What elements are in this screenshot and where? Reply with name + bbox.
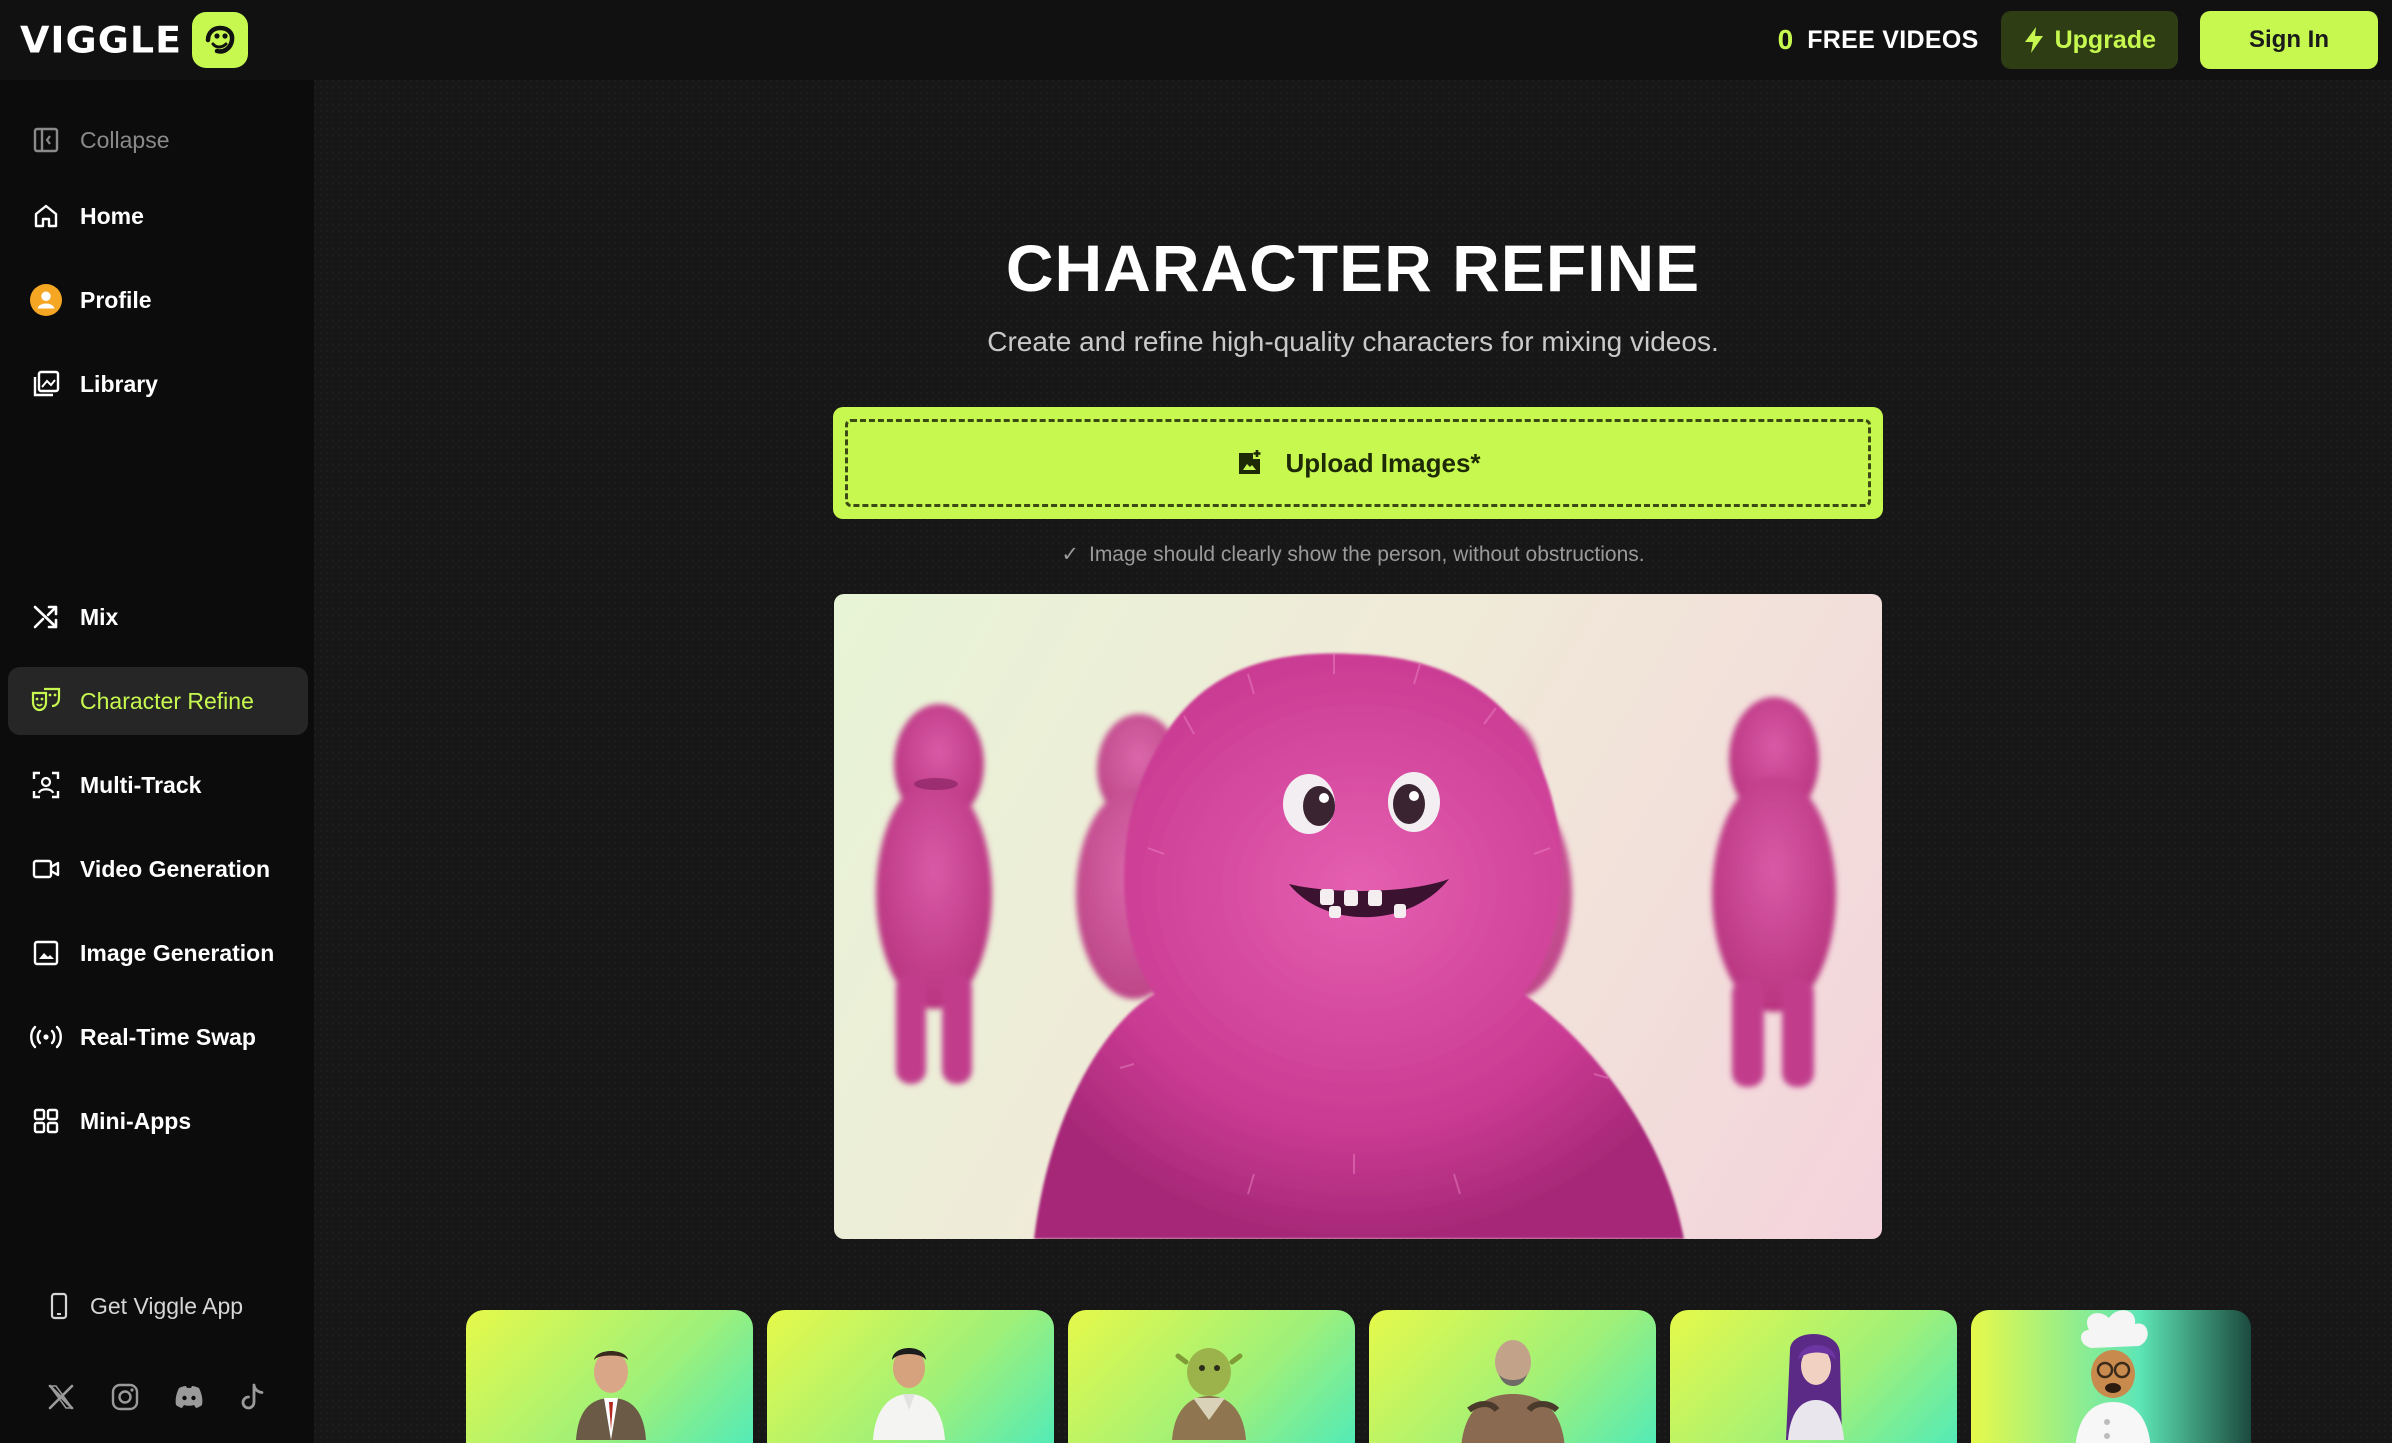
collapse-label: Collapse <box>80 126 170 153</box>
sidebar-item-character-refine[interactable]: Character Refine <box>8 667 308 735</box>
person-frame-icon <box>30 769 62 801</box>
sidebar-item-label: Profile <box>80 286 152 313</box>
sidebar-item-multi-track[interactable]: Multi-Track <box>8 751 308 819</box>
upload-images-dropzone[interactable]: Upload Images* <box>833 407 1883 519</box>
page-title: CHARACTER REFINE <box>1005 231 1701 305</box>
shuffle-icon <box>30 601 62 633</box>
sidebar-item-library[interactable]: Library <box>8 350 308 418</box>
tiktok-icon[interactable] <box>236 1380 270 1414</box>
sidebar-item-profile[interactable]: Profile <box>8 266 308 334</box>
add-image-icon <box>1239 450 1261 474</box>
sidebar-item-label: Mini-Apps <box>80 1107 192 1134</box>
example-thumbnail[interactable] <box>767 1310 1054 1443</box>
collapse-icon <box>30 124 62 156</box>
upload-images-label: Upload Images* <box>1285 447 1481 478</box>
discord-icon[interactable] <box>172 1380 206 1414</box>
upload-images-button[interactable]: Upload Images* <box>845 419 1871 507</box>
phone-icon <box>50 1292 68 1320</box>
grid-icon <box>30 1105 62 1137</box>
get-app-label: Get Viggle App <box>90 1292 244 1319</box>
free-videos-counter: 0 FREE VIDEOS <box>1778 24 1979 56</box>
sign-in-button[interactable]: Sign In <box>2200 11 2378 69</box>
broadcast-icon <box>30 1021 62 1053</box>
instagram-icon[interactable] <box>108 1380 142 1414</box>
upgrade-button[interactable]: Upgrade <box>2000 11 2178 69</box>
sidebar-item-label: Image Generation <box>80 939 275 966</box>
get-viggle-app-link[interactable]: Get Viggle App <box>50 1292 243 1320</box>
check-icon: ✓ <box>1061 543 1079 566</box>
sidebar-item-label: Library <box>80 370 158 397</box>
profile-avatar-icon <box>30 284 62 316</box>
viggle-mascot-icon <box>192 12 249 68</box>
character-preview-image <box>834 594 1882 1239</box>
sidebar-item-mix[interactable]: Mix <box>8 583 308 651</box>
sidebar-item-label: Real-Time Swap <box>80 1023 256 1050</box>
masks-icon <box>30 685 62 717</box>
example-thumbnail[interactable] <box>1068 1310 1355 1443</box>
sidebar-item-label: Character Refine <box>80 687 254 714</box>
sidebar: Collapse Home Profile Library Mix Charac… <box>0 80 314 1443</box>
sidebar-item-home[interactable]: Home <box>8 182 308 250</box>
x-icon[interactable] <box>44 1380 78 1414</box>
free-videos-count: 0 <box>1777 24 1794 55</box>
sidebar-collapse[interactable]: Collapse <box>8 106 308 174</box>
upgrade-label: Upgrade <box>2054 25 2156 54</box>
example-thumbnails <box>466 1310 2251 1443</box>
sidebar-item-real-time-swap[interactable]: Real-Time Swap <box>8 1003 308 1071</box>
video-camera-icon <box>30 853 62 885</box>
viggle-logo[interactable]: VIGGLE <box>20 12 249 68</box>
page-subtitle: Create and refine high-quality character… <box>987 326 1719 357</box>
example-thumbnail[interactable] <box>1369 1310 1656 1443</box>
sidebar-item-label: Home <box>80 202 144 229</box>
home-icon <box>30 200 62 232</box>
logo-wordmark: VIGGLE <box>20 19 183 61</box>
sidebar-item-label: Multi-Track <box>80 771 202 798</box>
upload-hint-text: Image should clearly show the person, wi… <box>1088 543 1645 566</box>
free-videos-label: FREE VIDEOS <box>1807 25 1979 54</box>
sidebar-item-label: Mix <box>80 603 119 630</box>
image-icon <box>30 937 62 969</box>
sidebar-item-video-generation[interactable]: Video Generation <box>8 835 308 903</box>
example-thumbnail[interactable] <box>1670 1310 1957 1443</box>
library-icon <box>30 368 62 400</box>
upload-hint: ✓ Image should clearly show the person, w… <box>314 542 2392 567</box>
social-links <box>44 1380 270 1414</box>
sidebar-item-image-generation[interactable]: Image Generation <box>8 919 308 987</box>
example-thumbnail[interactable] <box>1971 1310 2251 1443</box>
lightning-icon <box>2024 27 2043 53</box>
sidebar-item-label: Video Generation <box>80 855 271 882</box>
example-thumbnail[interactable] <box>466 1310 753 1443</box>
top-bar: VIGGLE 0 FREE VIDEOS Upgrade Sign In <box>0 0 2392 80</box>
sidebar-item-mini-apps[interactable]: Mini-Apps <box>8 1087 308 1155</box>
